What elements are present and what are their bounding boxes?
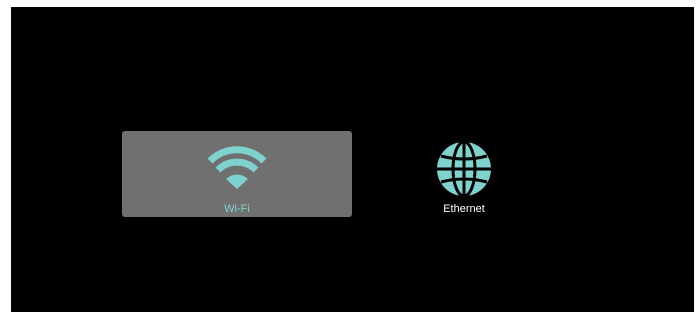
wifi-icon (206, 145, 268, 194)
network-selection-screen: Wi-Fi Ethernet (11, 7, 694, 312)
ethernet-option[interactable]: Ethernet (409, 131, 519, 217)
ethernet-label: Ethernet (443, 203, 485, 215)
cropped-header-text (0, 0, 699, 2)
wifi-label: Wi-Fi (224, 203, 250, 215)
globe-icon (435, 140, 493, 203)
wifi-option[interactable]: Wi-Fi (122, 131, 352, 217)
